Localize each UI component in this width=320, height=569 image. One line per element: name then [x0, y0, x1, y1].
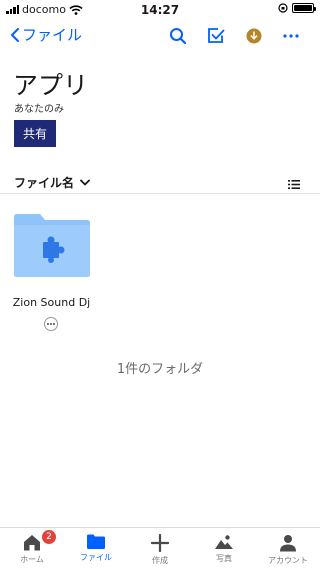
- list-view-icon: [288, 180, 300, 189]
- list-view-toggle[interactable]: [288, 175, 300, 194]
- offline-download-button[interactable]: [244, 26, 264, 46]
- select-checkbox-icon: [208, 28, 225, 43]
- tab-home[interactable]: 2 ホーム: [0, 528, 64, 569]
- select-button[interactable]: [206, 26, 226, 46]
- app-folder-icon: [14, 214, 90, 277]
- navigation-bar: ファイル: [0, 22, 320, 50]
- search-icon: [170, 28, 187, 45]
- folder-more-button[interactable]: [44, 317, 58, 331]
- home-icon: [24, 535, 40, 551]
- orientation-lock-icon: [278, 3, 288, 13]
- share-button[interactable]: 共有: [14, 120, 56, 147]
- folder-tile[interactable]: [14, 214, 90, 277]
- tab-files[interactable]: ファイル: [64, 528, 128, 569]
- tab-create[interactable]: 作成: [128, 528, 192, 569]
- folder-count: 1件のフォルダ: [116, 362, 204, 377]
- sort-row: ファイル名: [0, 170, 320, 194]
- tab-account[interactable]: アカウント: [256, 528, 320, 569]
- tab-bar: 2 ホーム ファイル 作成 写真 アカウント: [0, 527, 320, 569]
- sharing-status: あなたのみ: [14, 104, 64, 115]
- status-right: [278, 3, 316, 13]
- status-time: 14:27: [140, 3, 180, 17]
- tab-label: 写真: [216, 554, 232, 563]
- sort-by-button[interactable]: ファイル名: [14, 174, 90, 191]
- status-bar: docomo 14:27: [0, 0, 320, 20]
- back-button[interactable]: ファイル: [10, 24, 82, 45]
- tab-label: ファイル: [80, 553, 112, 562]
- chevron-down-icon: [80, 179, 90, 186]
- back-label: ファイル: [22, 26, 83, 44]
- sort-label: ファイル名: [14, 176, 75, 190]
- tab-label: アカウント: [268, 556, 308, 565]
- tab-photos[interactable]: 写真: [192, 528, 256, 569]
- chevron-left-icon: [11, 27, 19, 42]
- tab-label: ホーム: [20, 555, 44, 564]
- page-title: アプリ: [13, 71, 89, 100]
- download-badge-icon: [246, 28, 262, 44]
- tab-label: 作成: [152, 556, 168, 565]
- more-options-button[interactable]: [281, 26, 301, 46]
- more-icon: [283, 34, 299, 38]
- person-icon: [280, 535, 296, 552]
- battery-icon: [292, 3, 316, 13]
- folder-name[interactable]: Zion Sound Dj: [0, 296, 103, 309]
- photos-icon: [215, 535, 233, 549]
- notification-badge: 2: [42, 530, 56, 544]
- plus-icon: [151, 534, 169, 552]
- folder-icon: [87, 534, 105, 549]
- search-button[interactable]: [168, 26, 188, 46]
